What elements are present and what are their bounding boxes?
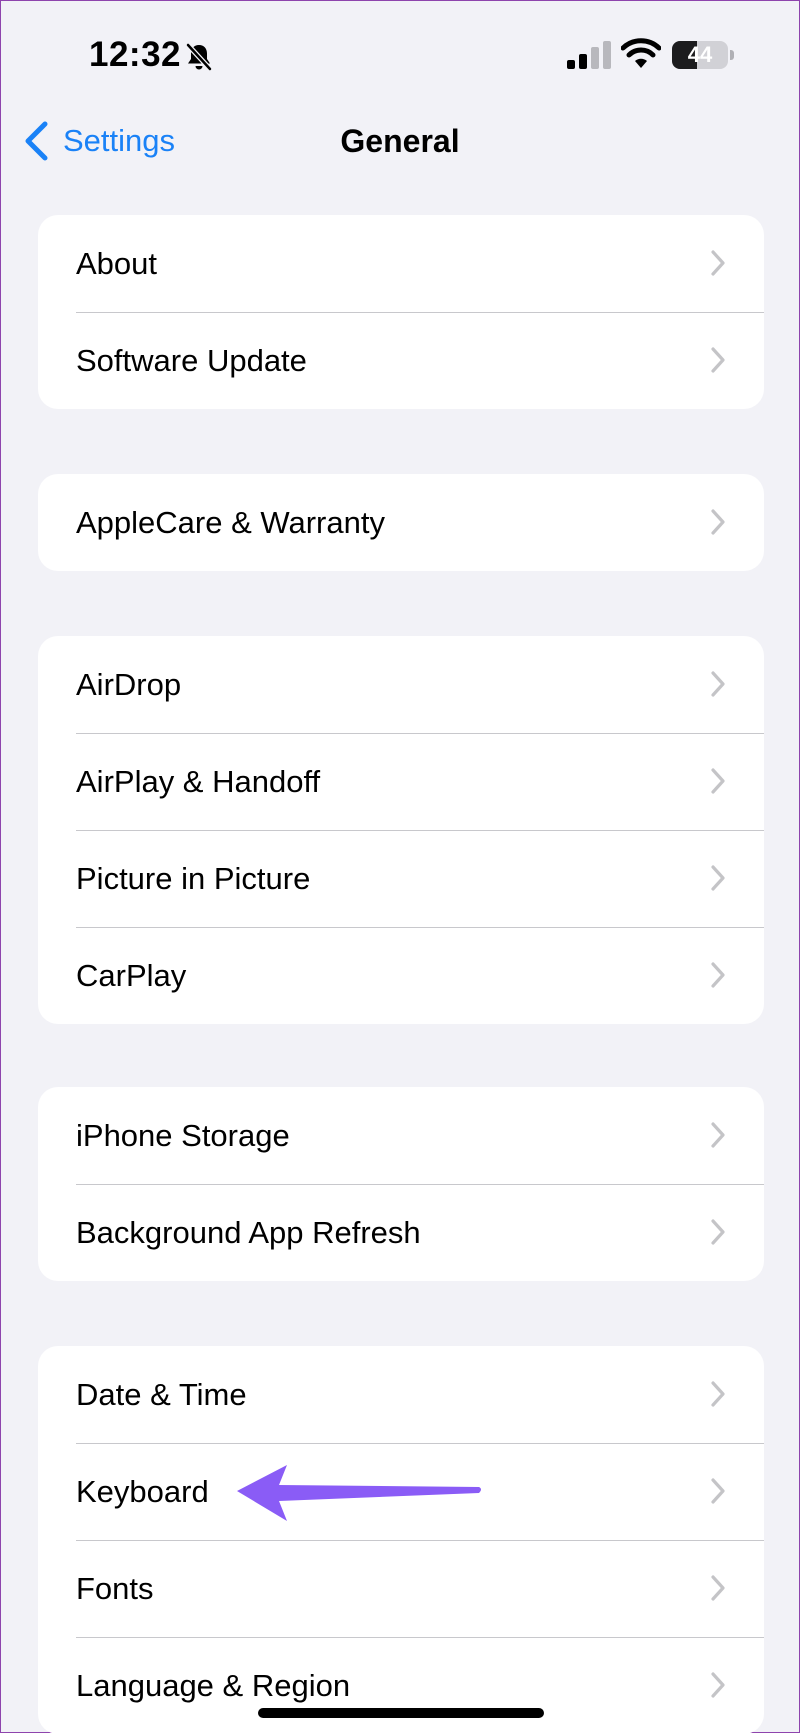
- row-label: AirPlay & Handoff: [76, 763, 321, 799]
- row-label: AirDrop: [76, 666, 182, 702]
- home-indicator[interactable]: [258, 1708, 544, 1718]
- row-label: Language & Region: [76, 1667, 351, 1703]
- row-applecare-warranty[interactable]: AppleCare & Warranty: [38, 474, 764, 571]
- status-time: 12:32: [89, 35, 182, 74]
- row-background-app-refresh[interactable]: Background App Refresh: [38, 1184, 764, 1281]
- battery-icon: 44: [672, 41, 728, 69]
- row-date-time[interactable]: Date & Time: [38, 1346, 764, 1443]
- row-airdrop[interactable]: AirDrop: [38, 636, 764, 733]
- row-airplay-handoff[interactable]: AirPlay & Handoff: [38, 733, 764, 830]
- settings-group-locale: Date & Time Keyboard Fonts Language & Re…: [38, 1346, 764, 1733]
- chevron-right-icon: [711, 671, 725, 697]
- row-label: Keyboard: [76, 1473, 209, 1509]
- row-about[interactable]: About: [38, 215, 764, 312]
- chevron-right-icon: [711, 865, 725, 891]
- row-label: Software Update: [76, 342, 307, 378]
- row-label: AppleCare & Warranty: [76, 504, 385, 540]
- settings-group-about: About Software Update: [38, 215, 764, 409]
- chevron-right-icon: [711, 962, 725, 988]
- settings-group-storage: iPhone Storage Background App Refresh: [38, 1087, 764, 1281]
- page-title: General: [340, 123, 460, 159]
- row-label: CarPlay: [76, 957, 187, 993]
- row-label: Date & Time: [76, 1376, 247, 1412]
- chevron-right-icon: [711, 250, 725, 276]
- row-fonts[interactable]: Fonts: [38, 1540, 764, 1637]
- wifi-icon: [621, 38, 661, 68]
- chevron-right-icon: [711, 768, 725, 794]
- chevron-right-icon: [711, 1122, 725, 1148]
- row-label: Fonts: [76, 1570, 154, 1606]
- row-label: Background App Refresh: [76, 1214, 421, 1250]
- chevron-right-icon: [711, 1381, 725, 1407]
- navigation-bar: Settings General: [1, 111, 799, 171]
- chevron-right-icon: [711, 1575, 725, 1601]
- settings-group-connectivity: AirDrop AirPlay & Handoff Picture in Pic…: [38, 636, 764, 1024]
- battery-percentage: 44: [687, 42, 713, 67]
- chevron-right-icon: [711, 1219, 725, 1245]
- row-label: About: [76, 245, 158, 281]
- chevron-right-icon: [711, 1478, 725, 1504]
- bell-slash-icon: [186, 43, 212, 71]
- row-label: iPhone Storage: [76, 1117, 290, 1153]
- row-label: Picture in Picture: [76, 860, 311, 896]
- chevron-right-icon: [711, 509, 725, 535]
- cellular-signal-icon: [567, 41, 611, 69]
- settings-group-applecare: AppleCare & Warranty: [38, 474, 764, 571]
- row-carplay[interactable]: CarPlay: [38, 927, 764, 1024]
- annotation-arrow-icon: [237, 1465, 481, 1521]
- row-iphone-storage[interactable]: iPhone Storage: [38, 1087, 764, 1184]
- row-picture-in-picture[interactable]: Picture in Picture: [38, 830, 764, 927]
- row-software-update[interactable]: Software Update: [38, 312, 764, 409]
- status-bar: 12:32 44: [1, 1, 799, 101]
- chevron-right-icon: [711, 347, 725, 373]
- chevron-right-icon: [711, 1672, 725, 1698]
- row-language-region[interactable]: Language & Region: [38, 1637, 764, 1733]
- battery-cap: [730, 50, 734, 60]
